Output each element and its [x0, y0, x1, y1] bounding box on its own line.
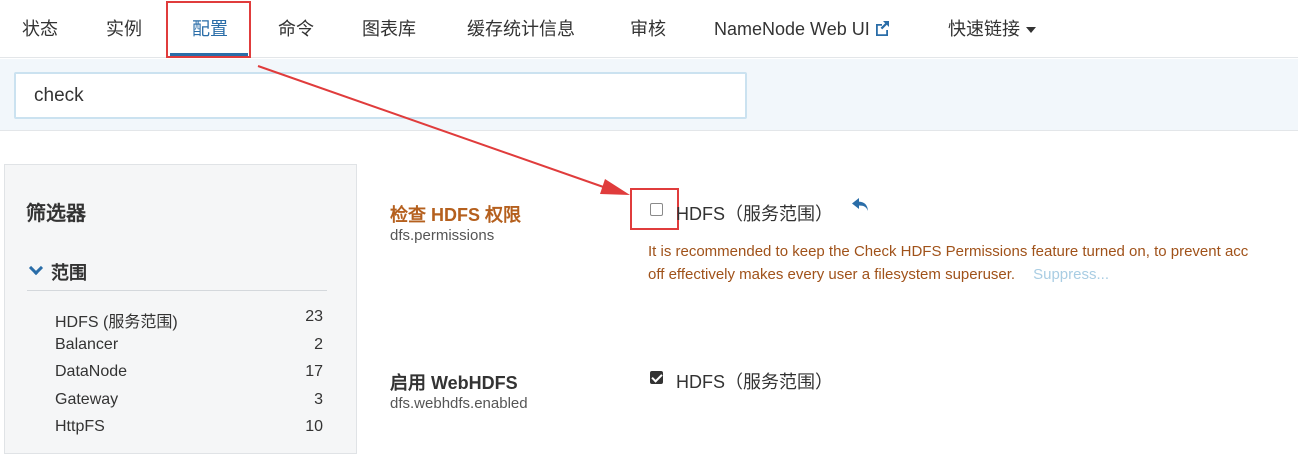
annotation-arrow-line — [257, 65, 613, 191]
annotation-arrow — [257, 65, 630, 195]
annotation-arrow-head — [600, 179, 630, 195]
